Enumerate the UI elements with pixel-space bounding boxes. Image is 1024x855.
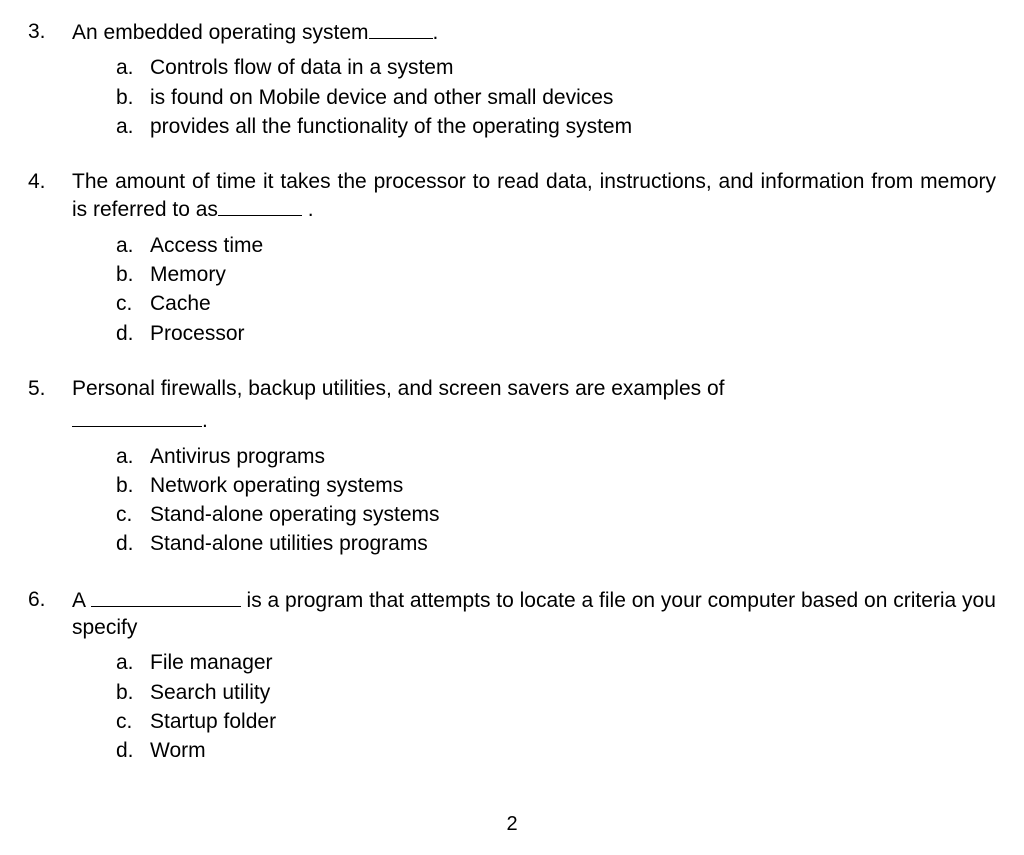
question-4-options: a. Access time b. Memory c. Cache d. Pro… — [28, 232, 996, 347]
question-6-options: a. File manager b. Search utility c. Sta… — [28, 649, 996, 764]
question-5: 5. Personal firewalls, backup utilities,… — [28, 375, 996, 558]
option-text: File manager — [150, 649, 996, 676]
question-text-after: . — [302, 198, 314, 221]
option-letter: a. — [116, 54, 150, 81]
question-text-after: . — [202, 409, 208, 432]
fill-blank — [72, 406, 202, 427]
option-text: Antivirus programs — [150, 443, 996, 470]
question-number: 3. — [28, 18, 72, 45]
option-a: a. Antivirus programs — [116, 443, 996, 470]
option-b: b. is found on Mobile device and other s… — [116, 84, 996, 111]
option-text: Stand-alone utilities programs — [150, 530, 996, 557]
question-text-before: Personal firewalls, backup utilities, an… — [72, 377, 724, 400]
option-text: Startup folder — [150, 708, 996, 735]
option-text: provides all the functionality of the op… — [150, 113, 996, 140]
question-text-before: An embedded operating system — [72, 21, 369, 44]
question-text: The amount of time it takes the processo… — [72, 168, 996, 224]
question-5-options: a. Antivirus programs b. Network operati… — [28, 443, 996, 558]
option-letter: c. — [116, 708, 150, 735]
question-3-options: a. Controls flow of data in a system b. … — [28, 54, 996, 140]
option-b: b. Network operating systems — [116, 472, 996, 499]
question-text-before: A — [72, 589, 91, 612]
question-3-stem: 3. An embedded operating system. — [28, 18, 996, 46]
question-number: 6. — [28, 586, 72, 613]
option-d: d. Stand-alone utilities programs — [116, 530, 996, 557]
option-letter: a. — [116, 232, 150, 259]
question-6-stem: 6. A is a program that attempts to locat… — [28, 586, 996, 642]
question-text-after: . — [433, 21, 439, 44]
fill-blank — [369, 18, 433, 39]
option-letter: d. — [116, 320, 150, 347]
page-number: 2 — [28, 811, 996, 837]
question-text-before: The amount of time it takes the processo… — [72, 170, 996, 221]
question-4: 4. The amount of time it takes the proce… — [28, 168, 996, 347]
option-text: Access time — [150, 232, 996, 259]
question-text: A is a program that attempts to locate a… — [72, 586, 996, 642]
option-letter: b. — [116, 472, 150, 499]
option-text: Worm — [150, 737, 996, 764]
question-number: 4. — [28, 168, 72, 195]
option-d: d. Processor — [116, 320, 996, 347]
question-3: 3. An embedded operating system. a. Cont… — [28, 18, 996, 140]
option-letter: d. — [116, 530, 150, 557]
question-5-blank-line: . — [28, 406, 996, 434]
fill-blank — [218, 195, 302, 216]
option-letter: c. — [116, 501, 150, 528]
option-text: Memory — [150, 261, 996, 288]
option-letter: a. — [116, 649, 150, 676]
option-letter: a. — [116, 443, 150, 470]
question-6: 6. A is a program that attempts to locat… — [28, 586, 996, 765]
option-text: is found on Mobile device and other smal… — [150, 84, 996, 111]
option-a-dup: a. provides all the functionality of the… — [116, 113, 996, 140]
option-a: a. Controls flow of data in a system — [116, 54, 996, 81]
option-text: Processor — [150, 320, 996, 347]
option-letter: b. — [116, 84, 150, 111]
question-4-stem: 4. The amount of time it takes the proce… — [28, 168, 996, 224]
option-letter: a. — [116, 113, 150, 140]
fill-blank — [91, 586, 241, 607]
option-letter: c. — [116, 290, 150, 317]
option-b: b. Search utility — [116, 679, 996, 706]
option-text: Network operating systems — [150, 472, 996, 499]
option-c: c. Stand-alone operating systems — [116, 501, 996, 528]
option-a: a. File manager — [116, 649, 996, 676]
option-text: Search utility — [150, 679, 996, 706]
option-d: d. Worm — [116, 737, 996, 764]
option-c: c. Startup folder — [116, 708, 996, 735]
option-letter: b. — [116, 261, 150, 288]
option-letter: b. — [116, 679, 150, 706]
option-text: Controls flow of data in a system — [150, 54, 996, 81]
question-text: An embedded operating system. — [72, 18, 996, 46]
question-text: Personal firewalls, backup utilities, an… — [72, 375, 996, 402]
option-text: Cache — [150, 290, 996, 317]
option-c: c. Cache — [116, 290, 996, 317]
option-letter: d. — [116, 737, 150, 764]
option-text: Stand-alone operating systems — [150, 501, 996, 528]
question-number: 5. — [28, 375, 72, 402]
option-b: b. Memory — [116, 261, 996, 288]
option-a: a. Access time — [116, 232, 996, 259]
question-5-stem: 5. Personal firewalls, backup utilities,… — [28, 375, 996, 402]
